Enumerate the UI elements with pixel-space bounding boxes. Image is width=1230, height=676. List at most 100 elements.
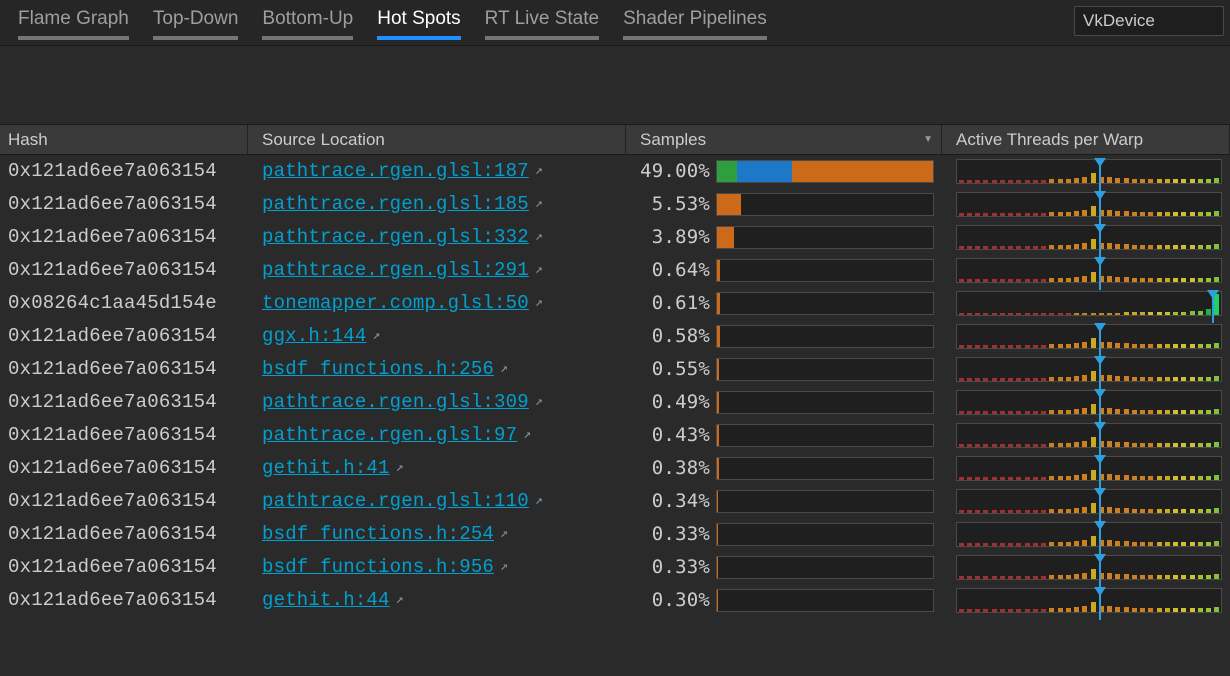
samples-percent: 0.34% — [640, 490, 716, 512]
hotspots-table: Hash Source Location Samples ▼ Active Th… — [0, 124, 1230, 617]
table-row[interactable]: 0x121ad6ee7a063154pathtrace.rgen.glsl:11… — [0, 485, 1230, 518]
open-external-icon[interactable]: ↗ — [500, 559, 508, 574]
open-external-icon[interactable]: ↗ — [372, 328, 380, 343]
warp-histogram — [956, 192, 1222, 217]
open-external-icon[interactable]: ↗ — [396, 460, 404, 475]
warp-marker-icon — [1094, 554, 1106, 563]
table-row[interactable]: 0x121ad6ee7a063154ggx.h:144↗0.58% — [0, 320, 1230, 353]
source-link[interactable]: gethit.h:41 — [262, 457, 390, 479]
source-link[interactable]: tonemapper.comp.glsl:50 — [262, 292, 529, 314]
source-link[interactable]: pathtrace.rgen.glsl:291 — [262, 259, 529, 281]
hash-value: 0x121ad6ee7a063154 — [0, 155, 248, 187]
col-header-samples[interactable]: Samples ▼ — [632, 125, 942, 154]
samples-bar — [716, 226, 934, 249]
warp-histogram — [956, 555, 1222, 580]
source-cell: ggx.h:144 ↗ — [254, 320, 626, 352]
samples-bar — [716, 589, 934, 612]
table-row[interactable]: 0x121ad6ee7a063154 pathtrace.rgen.glsl:29… — [0, 254, 1230, 287]
tab-top-down[interactable]: Top-Down — [141, 4, 251, 40]
table-row[interactable]: 0x121ad6ee7a063154 bsdf_functions.h:956 ↗ 0… — [0, 551, 1230, 584]
source-link[interactable]: pathtrace.rgen.glsl:97 — [262, 424, 517, 446]
samples-cell: 5.53% — [632, 188, 942, 220]
samples-bar — [716, 424, 934, 447]
table-row[interactable]: 0x121ad6ee7a063154bsdf_functions.h:254↗0… — [0, 518, 1230, 551]
warp-histogram — [956, 489, 1222, 514]
samples-bar — [716, 160, 934, 183]
warp-marker-icon — [1094, 158, 1106, 167]
table-row[interactable]: 0x121ad6ee7a063154pathtrace.rgen.glsl:18… — [0, 188, 1230, 221]
tab-flame-graph[interactable]: Flame Graph — [6, 4, 141, 40]
source-link[interactable]: pathtrace.rgen.glsl:187 — [262, 160, 529, 182]
warp-marker-icon — [1207, 290, 1219, 299]
source-link[interactable]: pathtrace.rgen.glsl:185 — [262, 193, 529, 215]
open-external-icon[interactable]: ↗ — [535, 394, 543, 409]
warp-histogram — [956, 324, 1222, 349]
open-external-icon[interactable]: ↗ — [500, 361, 508, 376]
source-link[interactable]: gethit.h:44 — [262, 589, 390, 611]
warp-cell — [948, 221, 1230, 253]
open-external-icon[interactable]: ↗ — [500, 526, 508, 541]
source-link[interactable]: pathtrace.rgen.glsl:309 — [262, 391, 529, 413]
source-link[interactable]: bsdf_functions.h:256 — [262, 358, 494, 380]
warp-marker-icon — [1094, 488, 1106, 497]
warp-histogram — [956, 225, 1222, 250]
source-link[interactable]: pathtrace.rgen.glsl:332 — [262, 226, 529, 248]
samples-cell: 0.38% — [632, 452, 942, 484]
hash-value: 0x121ad6ee7a063154 — [0, 551, 248, 583]
tab-shader-pipelines[interactable]: Shader Pipelines — [611, 4, 779, 40]
table-row[interactable]: 0x121ad6ee7a063154pathtrace.rgen.glsl:97… — [0, 419, 1230, 452]
samples-percent: 0.55% — [640, 358, 716, 380]
samples-percent: 0.30% — [640, 589, 716, 611]
samples-bar — [716, 457, 934, 480]
samples-percent: 0.33% — [640, 556, 716, 578]
source-cell: gethit.h:41 ↗ — [254, 452, 626, 484]
open-external-icon[interactable]: ↗ — [535, 229, 543, 244]
source-link[interactable]: bsdf_functions.h:254 — [262, 523, 494, 545]
warp-marker-icon — [1094, 587, 1106, 596]
open-external-icon[interactable]: ↗ — [523, 427, 531, 442]
source-link[interactable]: bsdf_functions.h:956 — [262, 556, 494, 578]
device-selector[interactable]: VkDevice — [1074, 6, 1224, 36]
samples-bar — [716, 259, 934, 282]
hash-value: 0x121ad6ee7a063154 — [0, 254, 248, 286]
source-link[interactable]: pathtrace.rgen.glsl:110 — [262, 490, 529, 512]
warp-cell — [948, 452, 1230, 484]
source-link[interactable]: ggx.h:144 — [262, 325, 366, 347]
open-external-icon[interactable]: ↗ — [535, 295, 543, 310]
open-external-icon[interactable]: ↗ — [535, 262, 543, 277]
warp-marker-icon — [1094, 521, 1106, 530]
warp-histogram — [956, 357, 1222, 382]
table-row[interactable]: 0x121ad6ee7a063154 gethit.h:44 ↗ 0.30% — [0, 584, 1230, 617]
col-header-source[interactable]: Source Location — [254, 125, 626, 154]
table-row[interactable]: 0x121ad6ee7a063154pathtrace.rgen.glsl:33… — [0, 221, 1230, 254]
tab-rt-live-state[interactable]: RT Live State — [473, 4, 611, 40]
tab-bottom-up[interactable]: Bottom-Up — [250, 4, 365, 40]
samples-cell: 0.30% — [632, 584, 942, 616]
warp-cell — [948, 551, 1230, 583]
warp-marker-icon — [1094, 323, 1106, 332]
open-external-icon[interactable]: ↗ — [396, 592, 404, 607]
col-header-warp[interactable]: Active Threads per Warp — [948, 125, 1230, 154]
warp-histogram — [956, 588, 1222, 613]
table-row[interactable]: 0x121ad6ee7a063154 pathtrace.rgen.glsl:18… — [0, 155, 1230, 188]
table-row[interactable]: 0x121ad6ee7a063154bsdf_functions.h:256↗0… — [0, 353, 1230, 386]
table-row[interactable]: 0x121ad6ee7a063154pathtrace.rgen.glsl:30… — [0, 386, 1230, 419]
samples-percent: 0.64% — [640, 259, 716, 281]
open-external-icon[interactable]: ↗ — [535, 196, 543, 211]
col-header-hash[interactable]: Hash — [0, 125, 248, 154]
hash-value: 0x121ad6ee7a063154 — [0, 584, 248, 616]
hash-value: 0x08264c1aa45d154e — [0, 287, 248, 319]
open-external-icon[interactable]: ↗ — [535, 163, 543, 178]
table-row[interactable]: 0x121ad6ee7a063154gethit.h:41↗0.38% — [0, 452, 1230, 485]
warp-cell — [948, 386, 1230, 418]
table-row[interactable]: 0x08264c1aa45d154e tonemapper.comp.glsl:5… — [0, 287, 1230, 320]
tab-hot-spots[interactable]: Hot Spots — [365, 4, 472, 40]
samples-bar — [716, 358, 934, 381]
warp-marker-icon — [1094, 191, 1106, 200]
samples-percent: 5.53% — [640, 193, 716, 215]
samples-cell: 0.43% — [632, 419, 942, 451]
open-external-icon[interactable]: ↗ — [535, 493, 543, 508]
warp-histogram — [956, 390, 1222, 415]
samples-cell: 0.34% — [632, 485, 942, 517]
samples-cell: 49.00% — [632, 155, 942, 187]
